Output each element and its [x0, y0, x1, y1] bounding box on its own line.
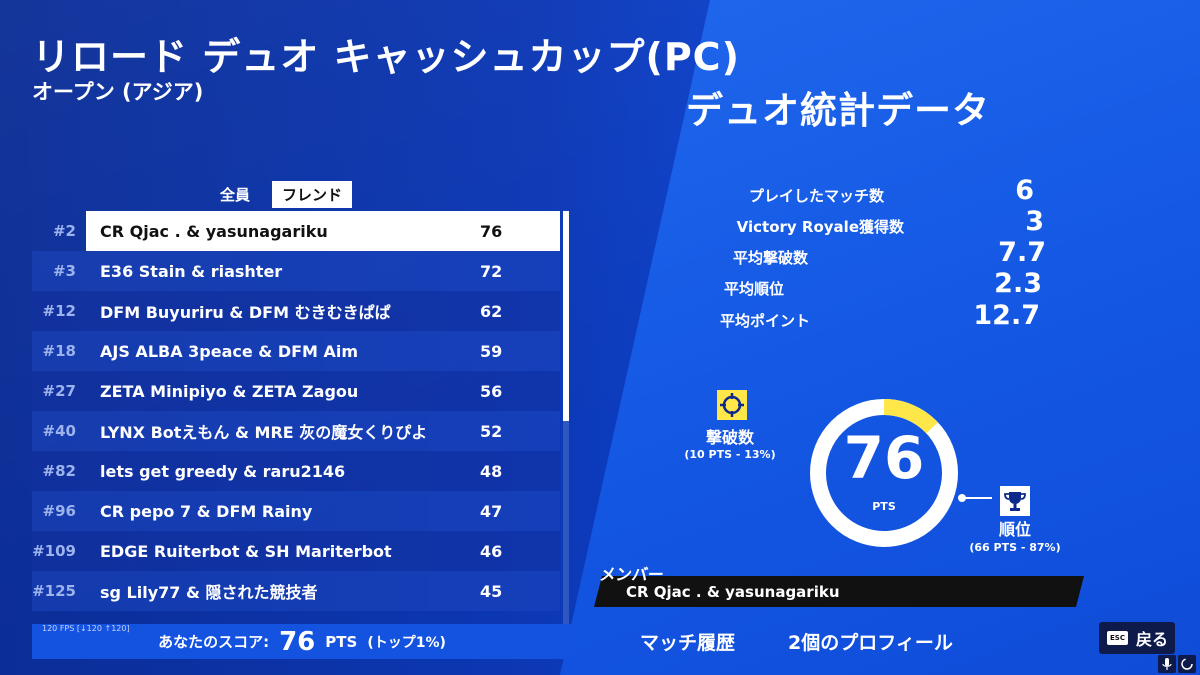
donut-total: 76 [843, 424, 925, 492]
row-rank: #82 [42, 462, 76, 480]
row-points: 76 [480, 221, 503, 241]
row-points: 72 [480, 261, 503, 281]
row-name: LYNX Botえもん & MRE 灰の魔女くりぴよ [100, 423, 428, 442]
leaderboard-tabs: 全員 フレンド [210, 181, 353, 208]
row-name: CR pepo 7 & DFM Rainy [100, 501, 313, 521]
tab-match-history[interactable]: マッチ履歴 [640, 628, 735, 655]
leaderboard-row[interactable]: #96 CR pepo 7 & DFM Rainy 47 [32, 491, 560, 531]
tab-all[interactable]: 全員 [210, 181, 260, 208]
leaderboard-row[interactable]: #12 DFM Buyuriru & DFM むきむきぱぱ 62 [32, 291, 560, 331]
row-points: 62 [480, 301, 503, 321]
row-name: ZETA Minipiyo & ZETA Zagou [100, 381, 359, 401]
row-points: 48 [480, 461, 503, 481]
score-value: 76 [279, 626, 316, 657]
row-name: EDGE Ruiterbot & SH Mariterbot [100, 541, 392, 561]
leaderboard-row[interactable]: #18 AJS ALBA 3peace & DFM Aim 59 [32, 331, 560, 371]
placement-points: (66 PTS - 87%) [969, 541, 1061, 554]
row-name: CR Qjac . & yasunagariku [100, 221, 328, 241]
score-unit: PTS [325, 632, 358, 651]
row-name: sg Lily77 & 隠された競技者 [100, 583, 318, 602]
row-points: 47 [480, 501, 503, 521]
tab-profiles[interactable]: 2個のプロフィール [788, 628, 953, 655]
leaderboard-row[interactable]: #82 lets get greedy & raru2146 48 [32, 451, 560, 491]
stat-label: Victory Royale獲得数 [736, 218, 904, 236]
row-points: 56 [480, 381, 503, 401]
row-name: lets get greedy & raru2146 [100, 461, 346, 481]
leaderboard-row[interactable]: #27 ZETA Minipiyo & ZETA Zagou 56 [32, 371, 560, 411]
score-rank: (トップ1%) [367, 634, 446, 651]
stat-value: 6 [1015, 175, 1034, 206]
row-points: 59 [480, 341, 503, 361]
row-rank: #18 [42, 342, 76, 360]
stat-value: 7.7 [998, 237, 1046, 268]
member-name: CR Qjac . & yasunagariku [626, 583, 840, 601]
microphone-icon[interactable] [1158, 655, 1176, 673]
donut-unit: PTS [872, 500, 896, 513]
fps-counter: 120 FPS [↓120 ↑120] [42, 624, 130, 633]
stat-value: 12.7 [973, 300, 1040, 331]
leaderboard-row[interactable]: #125 sg Lily77 & 隠された競技者 45 [32, 571, 560, 611]
trophy-icon [1000, 486, 1030, 516]
row-rank: #125 [32, 582, 76, 600]
stat-matches: プレイしたマッチ数 6 [684, 175, 1034, 206]
crosshair-icon [717, 390, 747, 420]
loading-icon [1178, 655, 1196, 673]
stat-label: 平均順位 [723, 280, 784, 298]
connector-line [962, 497, 992, 499]
esc-key-icon: ESC [1107, 631, 1128, 645]
back-button[interactable]: ESC 戻る [1099, 622, 1175, 654]
row-name: E36 Stain & riashter [100, 261, 283, 281]
row-rank: #3 [52, 262, 76, 280]
row-points: 52 [480, 421, 503, 441]
row-rank: #2 [52, 222, 76, 240]
row-rank: #109 [32, 542, 76, 560]
row-name: AJS ALBA 3peace & DFM Aim [100, 341, 359, 361]
scrollbar-thumb[interactable] [563, 211, 569, 421]
row-rank: #96 [42, 502, 76, 520]
member-label: メンバー [598, 565, 666, 584]
back-label: 戻る [1135, 630, 1168, 649]
stat-avg-points: 平均ポイント 12.7 [610, 300, 1040, 331]
row-rank: #12 [42, 302, 76, 320]
stat-avg-placement: 平均順位 2.3 [584, 268, 1042, 299]
row-points: 46 [480, 541, 503, 561]
page-subtitle: オープン (アジア) [32, 80, 204, 104]
stat-victory-royales: Victory Royale獲得数 3 [704, 206, 1044, 237]
row-rank: #40 [42, 422, 76, 440]
elimination-label: 撃破数 [705, 428, 754, 447]
page-title: リロード デュオ キャッシュカップ(PC) [32, 35, 740, 79]
elimination-points: (10 PTS - 13%) [684, 448, 776, 461]
row-rank: #27 [42, 382, 76, 400]
row-name: DFM Buyuriru & DFM むきむきぱぱ [100, 303, 391, 322]
stats-heading: デュオ統計データ [686, 89, 990, 132]
stat-label: 平均ポイント [719, 312, 810, 330]
stat-label: プレイしたマッチ数 [748, 187, 884, 205]
leaderboard-row[interactable]: #2 CR Qjac . & yasunagariku 76 [32, 211, 560, 251]
stat-value: 3 [1025, 206, 1044, 237]
placement-label: 順位 [998, 520, 1031, 539]
leaderboard-row[interactable]: #40 LYNX Botえもん & MRE 灰の魔女くりぴよ 52 [32, 411, 560, 451]
leaderboard-list: #2 CR Qjac . & yasunagariku 76 #3 E36 St… [32, 211, 560, 627]
score-label: あなたのスコア: [158, 633, 270, 651]
leaderboard-row[interactable]: #109 EDGE Ruiterbot & SH Mariterbot 46 [32, 531, 560, 571]
tab-friends[interactable]: フレンド [272, 181, 353, 208]
leaderboard-row[interactable]: #3 E36 Stain & riashter 72 [32, 251, 560, 291]
stat-label: 平均撃破数 [732, 249, 808, 267]
stat-value: 2.3 [994, 268, 1042, 299]
stat-avg-eliminations: 平均撃破数 7.7 [608, 237, 1046, 268]
row-points: 45 [480, 581, 503, 601]
